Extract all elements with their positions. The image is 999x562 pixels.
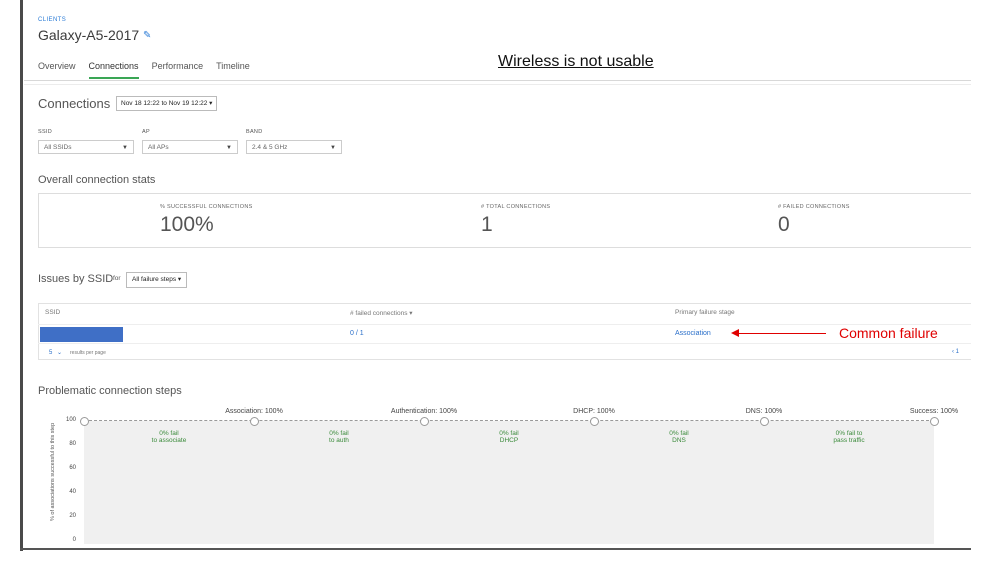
y-tick-40: 40: [69, 489, 76, 495]
failure-stage-link[interactable]: Association: [675, 330, 711, 337]
issues-for-label: for: [113, 275, 121, 282]
y-tick-20: 20: [69, 513, 76, 519]
ap-filter-label: AP: [142, 129, 150, 135]
ssid-filter-label: SSID: [38, 129, 53, 135]
tab-divider-secondary: [24, 84, 971, 85]
table-divider: [38, 343, 971, 344]
overall-stats-title: Overall connection stats: [38, 174, 156, 186]
stat-label-success: % SUCCESSFUL CONNECTIONS: [160, 204, 253, 210]
step-point[interactable]: [759, 416, 769, 426]
step-point[interactable]: [419, 416, 429, 426]
per-page-label: results per page: [70, 350, 106, 356]
left-border: [20, 0, 23, 551]
y-tick-80: 80: [69, 441, 76, 447]
step-point[interactable]: [589, 416, 599, 426]
y-tick-0: 0: [72, 537, 76, 543]
fail-rate-label: 0% fail to pass traffic: [833, 430, 865, 444]
tab-overview[interactable]: Overview: [38, 60, 76, 79]
ssid-filter-select[interactable]: All SSIDs ▼: [38, 140, 134, 154]
headline-annotation: Wireless is not usable: [498, 53, 654, 70]
page-size-value: 5: [49, 350, 53, 356]
failed-count-link[interactable]: 0 / 1: [350, 330, 364, 337]
chevron-down-icon: ▼: [122, 145, 128, 151]
step-label: DHCP: 100%: [573, 408, 615, 415]
y-tick-100: 100: [65, 417, 76, 423]
col-header-stage[interactable]: Primary failure stage: [675, 309, 735, 316]
stat-label-failed: # FAILED CONNECTIONS: [778, 204, 850, 210]
col-header-failed[interactable]: # failed connections ▾: [350, 309, 413, 317]
pagination[interactable]: ‹ 1: [952, 349, 959, 355]
stat-value-total: 1: [481, 213, 493, 236]
step-point[interactable]: [249, 416, 259, 426]
tab-divider: [24, 80, 971, 81]
ssid-redacted-block: [40, 327, 123, 342]
tab-bar: Overview Connections Performance Timelin…: [38, 60, 263, 79]
chevron-down-icon: ▼: [330, 145, 336, 151]
ssid-filter-value: All SSIDs: [44, 144, 72, 151]
breadcrumb[interactable]: CLIENTS: [38, 17, 66, 23]
y-axis-label: % of associations successful to this ste…: [50, 422, 56, 521]
chevron-down-icon: ⌄: [57, 350, 63, 356]
fail-rate-label: 0% fail DNS: [669, 430, 689, 444]
chart-title: Problematic connection steps: [38, 385, 182, 397]
tab-connections[interactable]: Connections: [88, 60, 139, 79]
step-label: Success: 100%: [909, 408, 959, 415]
chevron-down-icon: ▼: [226, 145, 232, 151]
step-point[interactable]: [929, 416, 939, 426]
issues-table: [38, 303, 971, 360]
issues-title: Issues by SSID: [38, 273, 114, 285]
col-header-ssid[interactable]: SSID: [45, 309, 60, 316]
stat-value-failed: 0: [778, 213, 790, 236]
annotation-arrow-line: [738, 333, 826, 334]
chart-dashed-line: [84, 420, 934, 421]
date-range-button[interactable]: Nov 18 12:22 to Nov 19 12:22 ▾: [116, 96, 218, 111]
ap-filter-value: All APs: [148, 144, 169, 151]
common-failure-annotation: Common failure: [839, 325, 938, 341]
step-label: Association: 100%: [225, 408, 283, 415]
stat-value-success: 100%: [160, 213, 214, 236]
fail-rate-label: 0% fail to associate: [151, 430, 187, 444]
tab-timeline[interactable]: Timeline: [216, 60, 250, 79]
table-divider: [38, 324, 971, 325]
step-point[interactable]: [79, 416, 89, 426]
edit-pencil-icon[interactable]: ✎: [143, 30, 151, 41]
step-label: DNS: 100%: [745, 408, 783, 415]
step-label: Authentication: 100%: [390, 408, 458, 415]
page-size-select[interactable]: 5 ⌄: [49, 349, 62, 356]
band-filter-select[interactable]: 2.4 & 5 GHz ▼: [246, 140, 342, 154]
connections-title: Connections: [38, 96, 111, 111]
fail-rate-label: 0% fail to auth: [329, 430, 349, 444]
ap-filter-select[interactable]: All APs ▼: [142, 140, 238, 154]
fail-rate-label: 0% fail DHCP: [499, 430, 519, 444]
bottom-border: [20, 548, 971, 550]
y-tick-60: 60: [69, 465, 76, 471]
failure-steps-dropdown[interactable]: All failure steps ▾: [126, 272, 188, 288]
page-title: Galaxy-A5-2017: [38, 27, 140, 43]
stat-label-total: # TOTAL CONNECTIONS: [481, 204, 551, 210]
tab-performance[interactable]: Performance: [152, 60, 204, 79]
band-filter-label: BAND: [246, 129, 263, 135]
band-filter-value: 2.4 & 5 GHz: [252, 144, 288, 151]
annotation-arrow-head: [731, 329, 739, 337]
